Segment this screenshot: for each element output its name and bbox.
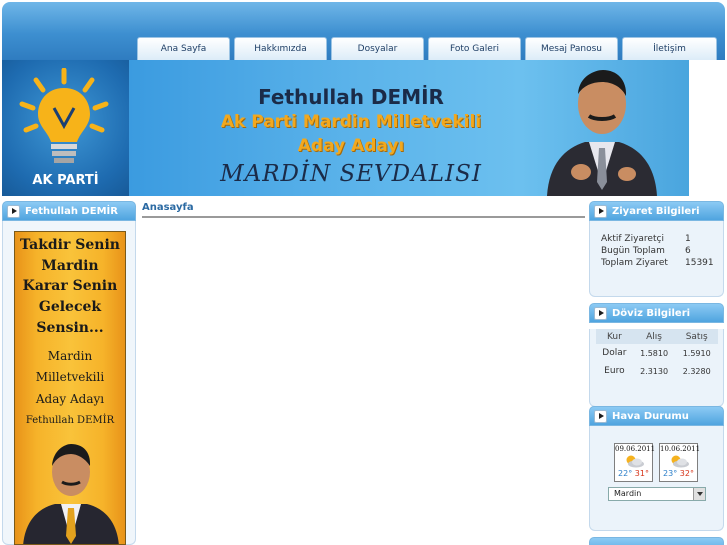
main-nav: Ana Sayfa Hakkımızda Dosyalar Foto Galer… (137, 37, 717, 60)
next-panel-header[interactable] (589, 537, 724, 545)
stat-value: 15391 (685, 258, 714, 268)
buy-rate: 1.5810 (640, 348, 669, 358)
page-title: Anasayfa (142, 202, 585, 218)
arrow-right-icon (594, 205, 607, 218)
weather-temps: 23° 32° (660, 468, 697, 480)
temp-low: 22° (618, 469, 633, 478)
arrow-right-icon (7, 205, 20, 218)
weather-temps: 22° 31° (615, 468, 652, 480)
arrow-right-icon (594, 307, 607, 320)
partly-cloudy-icon (671, 455, 689, 468)
party-name: AK PARTİ (32, 173, 99, 188)
visitor-info-header[interactable]: Ziyaret Bilgileri (589, 201, 724, 221)
nav-hakkimizda[interactable]: Hakkımızda (234, 37, 327, 60)
stat-row: Bugün Toplam 6 (601, 245, 723, 257)
nav-iletisim[interactable]: İletişim (622, 37, 717, 60)
banner-spacer (689, 60, 725, 196)
poster-line: Milletvekili (35, 370, 105, 384)
poster-line: Gelecek (38, 299, 102, 315)
poster-candidate-photo (23, 444, 119, 544)
visitor-info-panel: Ziyaret Bilgileri Aktif Ziyaretçi 1 Bugü… (589, 201, 724, 297)
currency-table: Kur Alış Satış Dolar 1.5810 1.5910 Euro … (596, 329, 718, 380)
lightbulb-logo-icon (19, 68, 109, 163)
currency-title: Döviz Bilgileri (612, 308, 691, 319)
poster-line: Mardin (47, 349, 93, 363)
poster-line: Sensin... (36, 320, 104, 336)
table-row: Dolar 1.5810 1.5910 (596, 344, 718, 362)
poster-line: Fethullah DEMİR (25, 415, 115, 426)
banner-main: Fethullah DEMİR Ak Parti Mardin Milletve… (129, 60, 689, 196)
column-header: Kur (596, 329, 633, 344)
nav-mesaj-panosu[interactable]: Mesaj Panosu (525, 37, 618, 60)
city-select-value: Mardin (614, 489, 642, 498)
stat-value: 6 (685, 246, 691, 256)
candidate-name: Fethullah DEMİR (258, 85, 444, 109)
stat-row: Toplam Ziyaret 15391 (601, 257, 723, 269)
table-row: Euro 2.3130 2.3280 (596, 362, 718, 380)
banner-slogan: MARDİN SEVDALISI (220, 161, 482, 187)
poster-line: Takdir Senin (20, 237, 120, 253)
left-panel-body: Takdir Senin Mardin Karar Senin Gelecek … (2, 221, 136, 545)
visitor-info-title: Ziyaret Bilgileri (612, 206, 700, 217)
currency-panel: Döviz Bilgileri Kur Alış Satış Dolar 1.5… (589, 303, 724, 407)
next-panel (589, 537, 724, 545)
stat-label: Toplam Ziyaret (601, 258, 668, 268)
nav-dosyalar[interactable]: Dosyalar (331, 37, 424, 60)
city-select[interactable]: Mardin (608, 487, 706, 501)
column-header: Satış (675, 329, 718, 344)
column-header: Alış (632, 329, 676, 344)
weather-day: 10.06.2011 23° 32° (659, 443, 701, 482)
party-logo[interactable]: AK PARTİ (2, 60, 129, 196)
left-panel: Fethullah DEMİR Takdir Senin Mardin Kara… (2, 201, 136, 545)
sell-rate: 1.5910 (682, 348, 711, 358)
weather-day: 09.06.2011 22° 31° (614, 443, 656, 482)
left-panel-header[interactable]: Fethullah DEMİR (2, 201, 136, 221)
header-bar: Ana Sayfa Hakkımızda Dosyalar Foto Galer… (2, 2, 725, 60)
currency-name: Dolar (602, 348, 627, 358)
poster-line: Aday Adayı (35, 392, 105, 406)
banner: AK PARTİ Fethullah DEMİR Ak Parti Mardin… (2, 60, 725, 196)
table-header-row: Kur Alış Satış (596, 329, 718, 344)
campaign-poster[interactable]: Takdir Senin Mardin Karar Senin Gelecek … (14, 231, 126, 545)
left-panel-title: Fethullah DEMİR (25, 206, 118, 217)
candidate-role-2: Aday Adayı (297, 136, 405, 156)
visitor-info-body: Aktif Ziyaretçi 1 Bugün Toplam 6 Toplam … (589, 221, 724, 297)
sell-rate: 2.3280 (682, 366, 711, 376)
chevron-down-icon[interactable] (693, 488, 705, 500)
weather-date: 09.06.2011 (615, 445, 656, 453)
poster-line: Mardin (41, 258, 99, 274)
weather-date: 10.06.2011 (660, 445, 701, 453)
nav-ana-sayfa[interactable]: Ana Sayfa (137, 37, 230, 60)
currency-name: Euro (604, 366, 625, 376)
stat-label: Bugün Toplam (601, 246, 665, 256)
weather-header[interactable]: Hava Durumu (589, 406, 724, 426)
arrow-right-icon (594, 410, 607, 423)
candidate-role: Ak Parti Mardin Milletvekili (220, 112, 482, 132)
stat-label: Aktif Ziyaretçi (601, 234, 664, 244)
temp-low: 23° (663, 469, 678, 478)
stat-value: 1 (685, 234, 691, 244)
stat-row: Aktif Ziyaretçi 1 (601, 233, 723, 245)
nav-foto-galeri[interactable]: Foto Galeri (428, 37, 521, 60)
currency-header[interactable]: Döviz Bilgileri (589, 303, 724, 323)
buy-rate: 2.3130 (640, 366, 669, 376)
temp-high: 32° (679, 469, 694, 478)
weather-body: 09.06.2011 22° 31° 10.06.2011 23° 32° Ma… (589, 426, 724, 531)
weather-title: Hava Durumu (612, 411, 689, 422)
poster-line: Karar Senin (22, 278, 118, 294)
temp-high: 31° (634, 469, 649, 478)
candidate-photo (547, 70, 657, 196)
partly-cloudy-icon (626, 455, 644, 468)
currency-body: Kur Alış Satış Dolar 1.5810 1.5910 Euro … (589, 329, 724, 407)
weather-panel: Hava Durumu 09.06.2011 22° 31° 10.06.201… (589, 406, 724, 531)
